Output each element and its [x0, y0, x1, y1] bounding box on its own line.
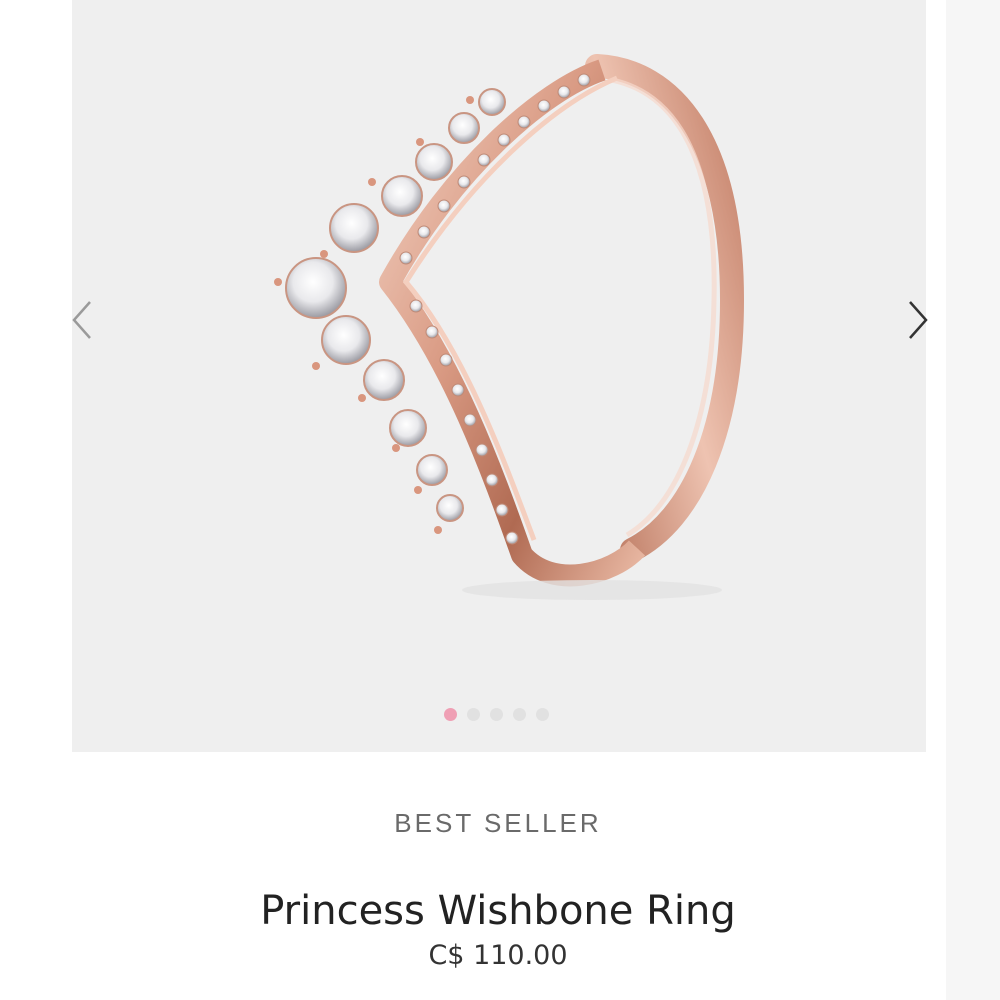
next-image-arrow[interactable]	[902, 298, 932, 342]
pagination-dot-5[interactable]	[536, 708, 549, 721]
chevron-right-icon	[909, 301, 928, 339]
scrollbar-track[interactable]	[946, 0, 1000, 1000]
product-price: C$ 110.00	[428, 940, 568, 971]
product-page: BEST SELLER Princess Wishbone Ring C$ 11…	[0, 0, 1000, 1000]
gallery-pagination	[444, 708, 549, 721]
chevron-left-icon	[72, 301, 91, 339]
product-title: Princess Wishbone Ring	[260, 888, 736, 934]
previous-image-arrow[interactable]	[68, 298, 98, 342]
best-seller-badge: BEST SELLER	[394, 808, 602, 838]
pagination-dot-4[interactable]	[513, 708, 526, 721]
product-image[interactable]	[72, 0, 926, 752]
pagination-dot-3[interactable]	[490, 708, 503, 721]
pagination-dot-1[interactable]	[444, 708, 457, 721]
pagination-dot-2[interactable]	[467, 708, 480, 721]
product-image-gallery[interactable]	[72, 0, 926, 752]
